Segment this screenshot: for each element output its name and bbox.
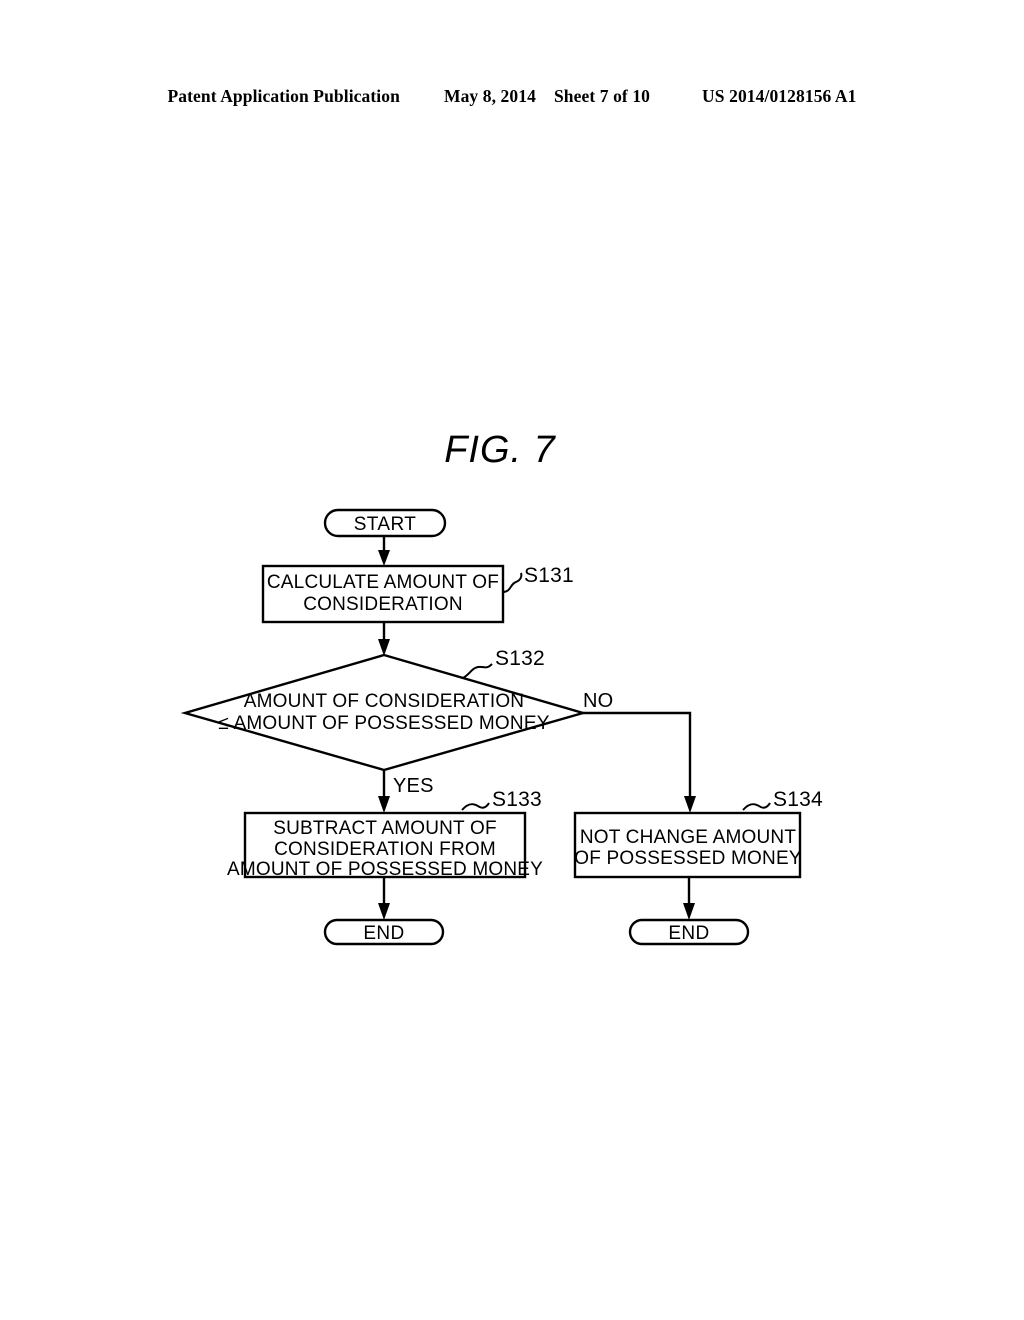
step-label-s134-group: S134 — [742, 788, 823, 811]
process-box-s131-line1: CALCULATE AMOUNT OF — [267, 572, 499, 593]
branch-label-no: NO — [583, 690, 613, 712]
leader-line-s131 — [502, 572, 523, 593]
figure-title: FIG. 7 — [444, 429, 556, 471]
arrowhead-icon — [378, 639, 390, 656]
arrowhead-icon — [683, 903, 695, 920]
end-terminator-left: END — [323, 918, 445, 946]
decision-diamond-s132-line2: ≤ AMOUNT OF POSSESSED MONEY — [218, 713, 549, 734]
process-box-s134-line1: NOT CHANGE AMOUNT — [580, 827, 796, 848]
connector-s133-to-end — [378, 877, 390, 920]
step-label-s132-group: S132 — [462, 647, 545, 679]
connector-s134-to-end — [683, 877, 695, 920]
process-box-s133-line1: SUBTRACT AMOUNT OF — [273, 818, 497, 839]
arrowhead-icon — [684, 796, 696, 813]
branch-yes: YES — [378, 770, 434, 813]
branch-label-yes: YES — [393, 775, 434, 797]
step-label-s133-group: S133 — [461, 788, 542, 811]
end-terminator-right: END — [628, 918, 750, 946]
process-box-s131: CALCULATE AMOUNT OF CONSIDERATION — [261, 564, 505, 624]
leader-line-s132 — [462, 663, 493, 679]
arrowhead-icon — [378, 796, 390, 813]
process-box-s131-line2: CONSIDERATION — [303, 594, 463, 615]
figure-container: FIG. 7 START CALCULATE AMOUNT OF CONSIDE… — [0, 0, 1024, 1320]
start-terminator-label: START — [354, 514, 417, 535]
step-label-s131-group: S131 — [502, 564, 574, 593]
start-terminator: START — [323, 508, 447, 538]
leader-line-s133 — [461, 802, 490, 811]
decision-diamond-s132-line1: AMOUNT OF CONSIDERATION — [244, 691, 524, 712]
end-terminator-left-label: END — [363, 923, 404, 944]
process-box-s133: SUBTRACT AMOUNT OF CONSIDERATION FROM AM… — [227, 811, 543, 880]
process-box-s134: NOT CHANGE AMOUNT OF POSSESSED MONEY — [573, 811, 802, 879]
connector-start-to-s131 — [378, 536, 390, 566]
process-box-s134-line2: OF POSSESSED MONEY — [574, 848, 802, 869]
decision-diamond-s132: AMOUNT OF CONSIDERATION ≤ AMOUNT OF POSS… — [180, 653, 588, 772]
step-label-s132: S132 — [495, 647, 545, 670]
process-box-s133-line2: CONSIDERATION FROM — [274, 839, 496, 860]
flowchart-diagram: FIG. 7 START CALCULATE AMOUNT OF CONSIDE… — [180, 429, 823, 946]
connector-s131-to-s132 — [378, 622, 390, 656]
branch-no: NO — [583, 690, 696, 813]
end-terminator-right-label: END — [668, 923, 709, 944]
leader-line-s134 — [742, 802, 771, 811]
arrowhead-icon — [378, 550, 390, 566]
step-label-s131: S131 — [524, 564, 574, 587]
arrowhead-icon — [378, 903, 390, 920]
step-label-s134: S134 — [773, 788, 823, 811]
process-box-s133-line3: AMOUNT OF POSSESSED MONEY — [227, 859, 543, 880]
step-label-s133: S133 — [492, 788, 542, 811]
